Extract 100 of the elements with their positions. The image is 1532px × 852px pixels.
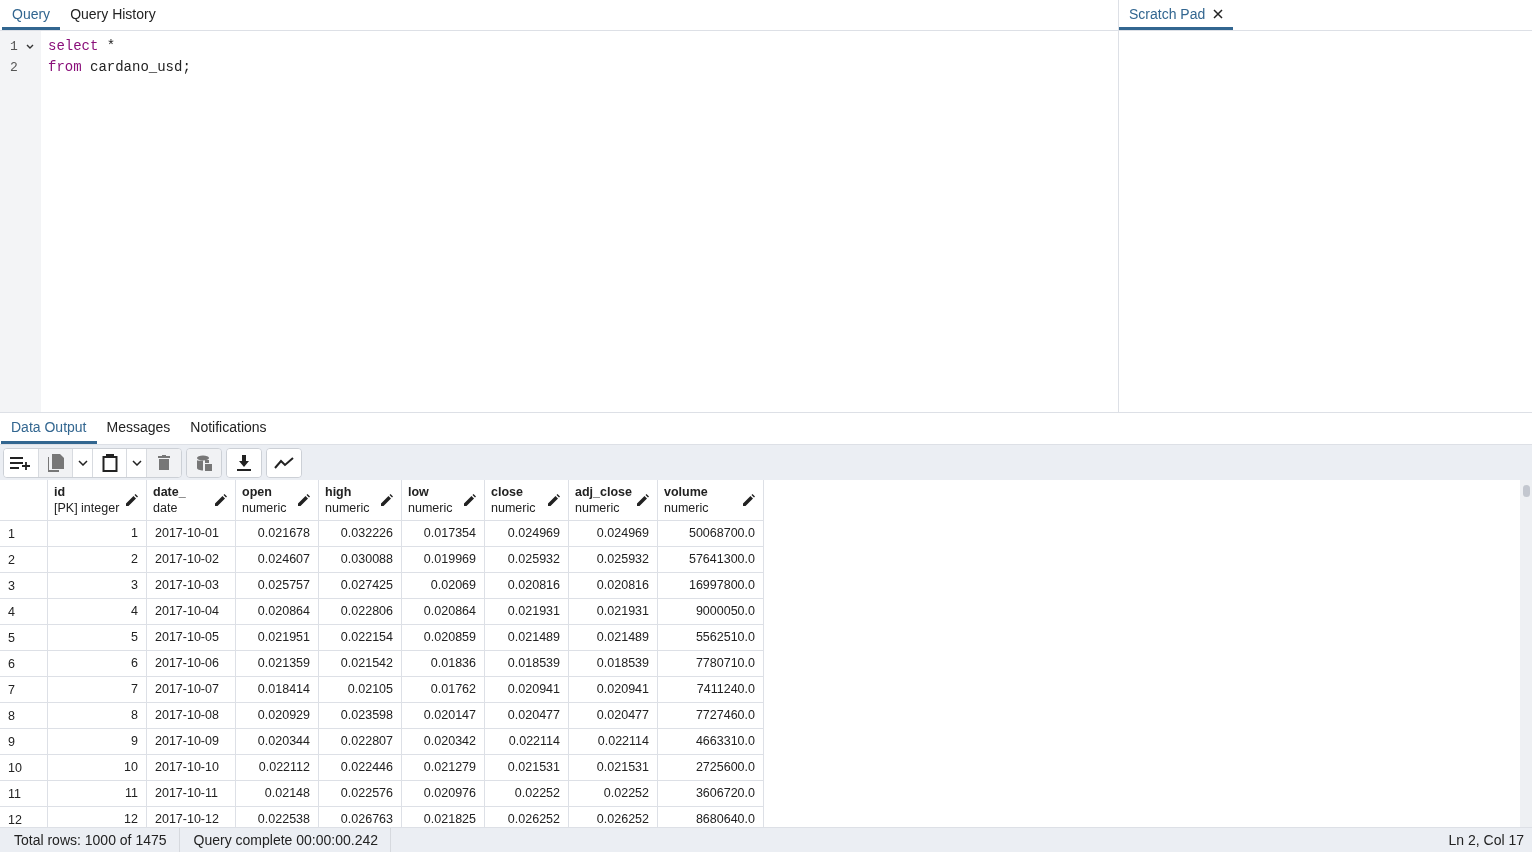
table-cell: 0.020941 — [569, 677, 658, 703]
table-cell: 2017-10-04 — [147, 599, 236, 625]
row-number[interactable]: 7 — [0, 677, 48, 703]
table-cell: 0.022112 — [236, 755, 319, 781]
column-type: numeric — [325, 500, 370, 516]
table-cell: 0.018414 — [236, 677, 319, 703]
table-cell: 0.027425 — [319, 573, 402, 599]
table-cell: 0.02105 — [319, 677, 402, 703]
total-rows-text: Total rows: 1000 of 1475 — [0, 828, 180, 852]
table-cell: 7727460.0 — [658, 703, 764, 729]
column-header[interactable]: date_ date — [147, 480, 236, 521]
column-header[interactable]: high numeric — [319, 480, 402, 521]
column-type: numeric — [408, 500, 453, 516]
column-header[interactable]: adj_close numeric — [569, 480, 658, 521]
pencil-icon[interactable] — [381, 494, 393, 506]
table-cell: 57641300.0 — [658, 547, 764, 573]
pencil-icon[interactable] — [743, 494, 755, 506]
add-row-button[interactable] — [4, 448, 39, 477]
table-cell: 0.024969 — [485, 521, 569, 547]
line-graph-icon — [274, 456, 294, 469]
table-cell: 0.021531 — [569, 755, 658, 781]
table-cell: 0.020864 — [236, 599, 319, 625]
table-cell: 0.020342 — [402, 729, 485, 755]
table-cell: 0.024969 — [569, 521, 658, 547]
row-number[interactable]: 4 — [0, 599, 48, 625]
row-number[interactable]: 2 — [0, 547, 48, 573]
table-cell: 0.020816 — [485, 573, 569, 599]
column-header[interactable]: volume numeric — [658, 480, 764, 521]
table-cell: 9000050.0 — [658, 599, 764, 625]
column-header[interactable]: low numeric — [402, 480, 485, 521]
column-name: high — [325, 484, 353, 500]
table-cell: 0.020477 — [485, 703, 569, 729]
row-number[interactable]: 8 — [0, 703, 48, 729]
table-cell: 0.021279 — [402, 755, 485, 781]
table-cell: 2017-10-08 — [147, 703, 236, 729]
table-cell: 2017-10-03 — [147, 573, 236, 599]
table-cell: 0.018539 — [485, 651, 569, 677]
table-cell: 8 — [48, 703, 147, 729]
table-cell: 0.020859 — [402, 625, 485, 651]
scratch-pad-tab[interactable]: Scratch Pad — [1119, 0, 1234, 30]
row-number[interactable]: 3 — [0, 573, 48, 599]
table-cell: 2017-10-09 — [147, 729, 236, 755]
table-cell: 0.022114 — [485, 729, 569, 755]
table-cell: 3606720.0 — [658, 781, 764, 807]
table-cell: 0.021951 — [236, 625, 319, 651]
query-tab[interactable]: Query History — [60, 0, 166, 30]
pencil-icon[interactable] — [637, 494, 649, 506]
table-cell: 0.01762 — [402, 677, 485, 703]
table-cell: 7411240.0 — [658, 677, 764, 703]
caret-icon — [77, 459, 88, 466]
clipboard-icon — [101, 453, 118, 472]
table-cell: 11 — [48, 781, 147, 807]
trash-icon — [158, 455, 170, 470]
table-cell: 0.02148 — [236, 781, 319, 807]
column-name: low — [408, 484, 430, 500]
table-cell: 2017-10-10 — [147, 755, 236, 781]
cursor-position-text: Ln 2, Col 17 — [1448, 832, 1525, 848]
row-number[interactable]: 11 — [0, 781, 48, 807]
pencil-icon[interactable] — [215, 494, 227, 506]
column-header[interactable]: open numeric — [236, 480, 319, 521]
column-header[interactable]: close numeric — [485, 480, 569, 521]
row-number[interactable]: 6 — [0, 651, 48, 677]
column-name: close — [491, 484, 524, 500]
row-number[interactable]: 10 — [0, 755, 48, 781]
row-number[interactable]: 9 — [0, 729, 48, 755]
fold-chevron-icon[interactable] — [26, 43, 34, 50]
column-header[interactable]: id [PK] integer — [48, 480, 147, 521]
table-cell: 0.022806 — [319, 599, 402, 625]
graph-button[interactable] — [267, 448, 301, 477]
pencil-icon[interactable] — [464, 494, 476, 506]
pencil-icon[interactable] — [298, 494, 310, 506]
row-number[interactable]: 5 — [0, 625, 48, 651]
table-cell: 0.019969 — [402, 547, 485, 573]
scrollbar-thumb[interactable] — [1523, 485, 1530, 497]
table-cell: 50068700.0 — [658, 521, 764, 547]
table-cell: 0.032226 — [319, 521, 402, 547]
table-cell: 0.01836 — [402, 651, 485, 677]
pencil-icon[interactable] — [126, 494, 138, 506]
table-cell: 4663310.0 — [658, 729, 764, 755]
table-cell: 0.025757 — [236, 573, 319, 599]
table-cell: 0.022807 — [319, 729, 402, 755]
table-cell: 2017-10-01 — [147, 521, 236, 547]
pencil-icon[interactable] — [548, 494, 560, 506]
result-tab[interactable]: Notifications — [180, 413, 277, 444]
column-type: numeric — [664, 500, 709, 516]
table-cell: 4 — [48, 599, 147, 625]
table-cell: 0.020941 — [485, 677, 569, 703]
table-cell: 3 — [48, 573, 147, 599]
table-cell: 0.022154 — [319, 625, 402, 651]
close-icon[interactable] — [1213, 8, 1224, 19]
row-number[interactable]: 1 — [0, 521, 48, 547]
result-tab[interactable]: Messages — [96, 413, 181, 444]
table-cell: 0.021931 — [569, 599, 658, 625]
copy-icon — [47, 453, 64, 472]
download-button[interactable] — [227, 448, 261, 477]
table-cell: 0.022114 — [569, 729, 658, 755]
table-cell: 0.02252 — [485, 781, 569, 807]
query-status-text: Query complete 00:00:00.242 — [179, 828, 391, 852]
table-cell: 0.020976 — [402, 781, 485, 807]
table-cell: 2 — [48, 547, 147, 573]
